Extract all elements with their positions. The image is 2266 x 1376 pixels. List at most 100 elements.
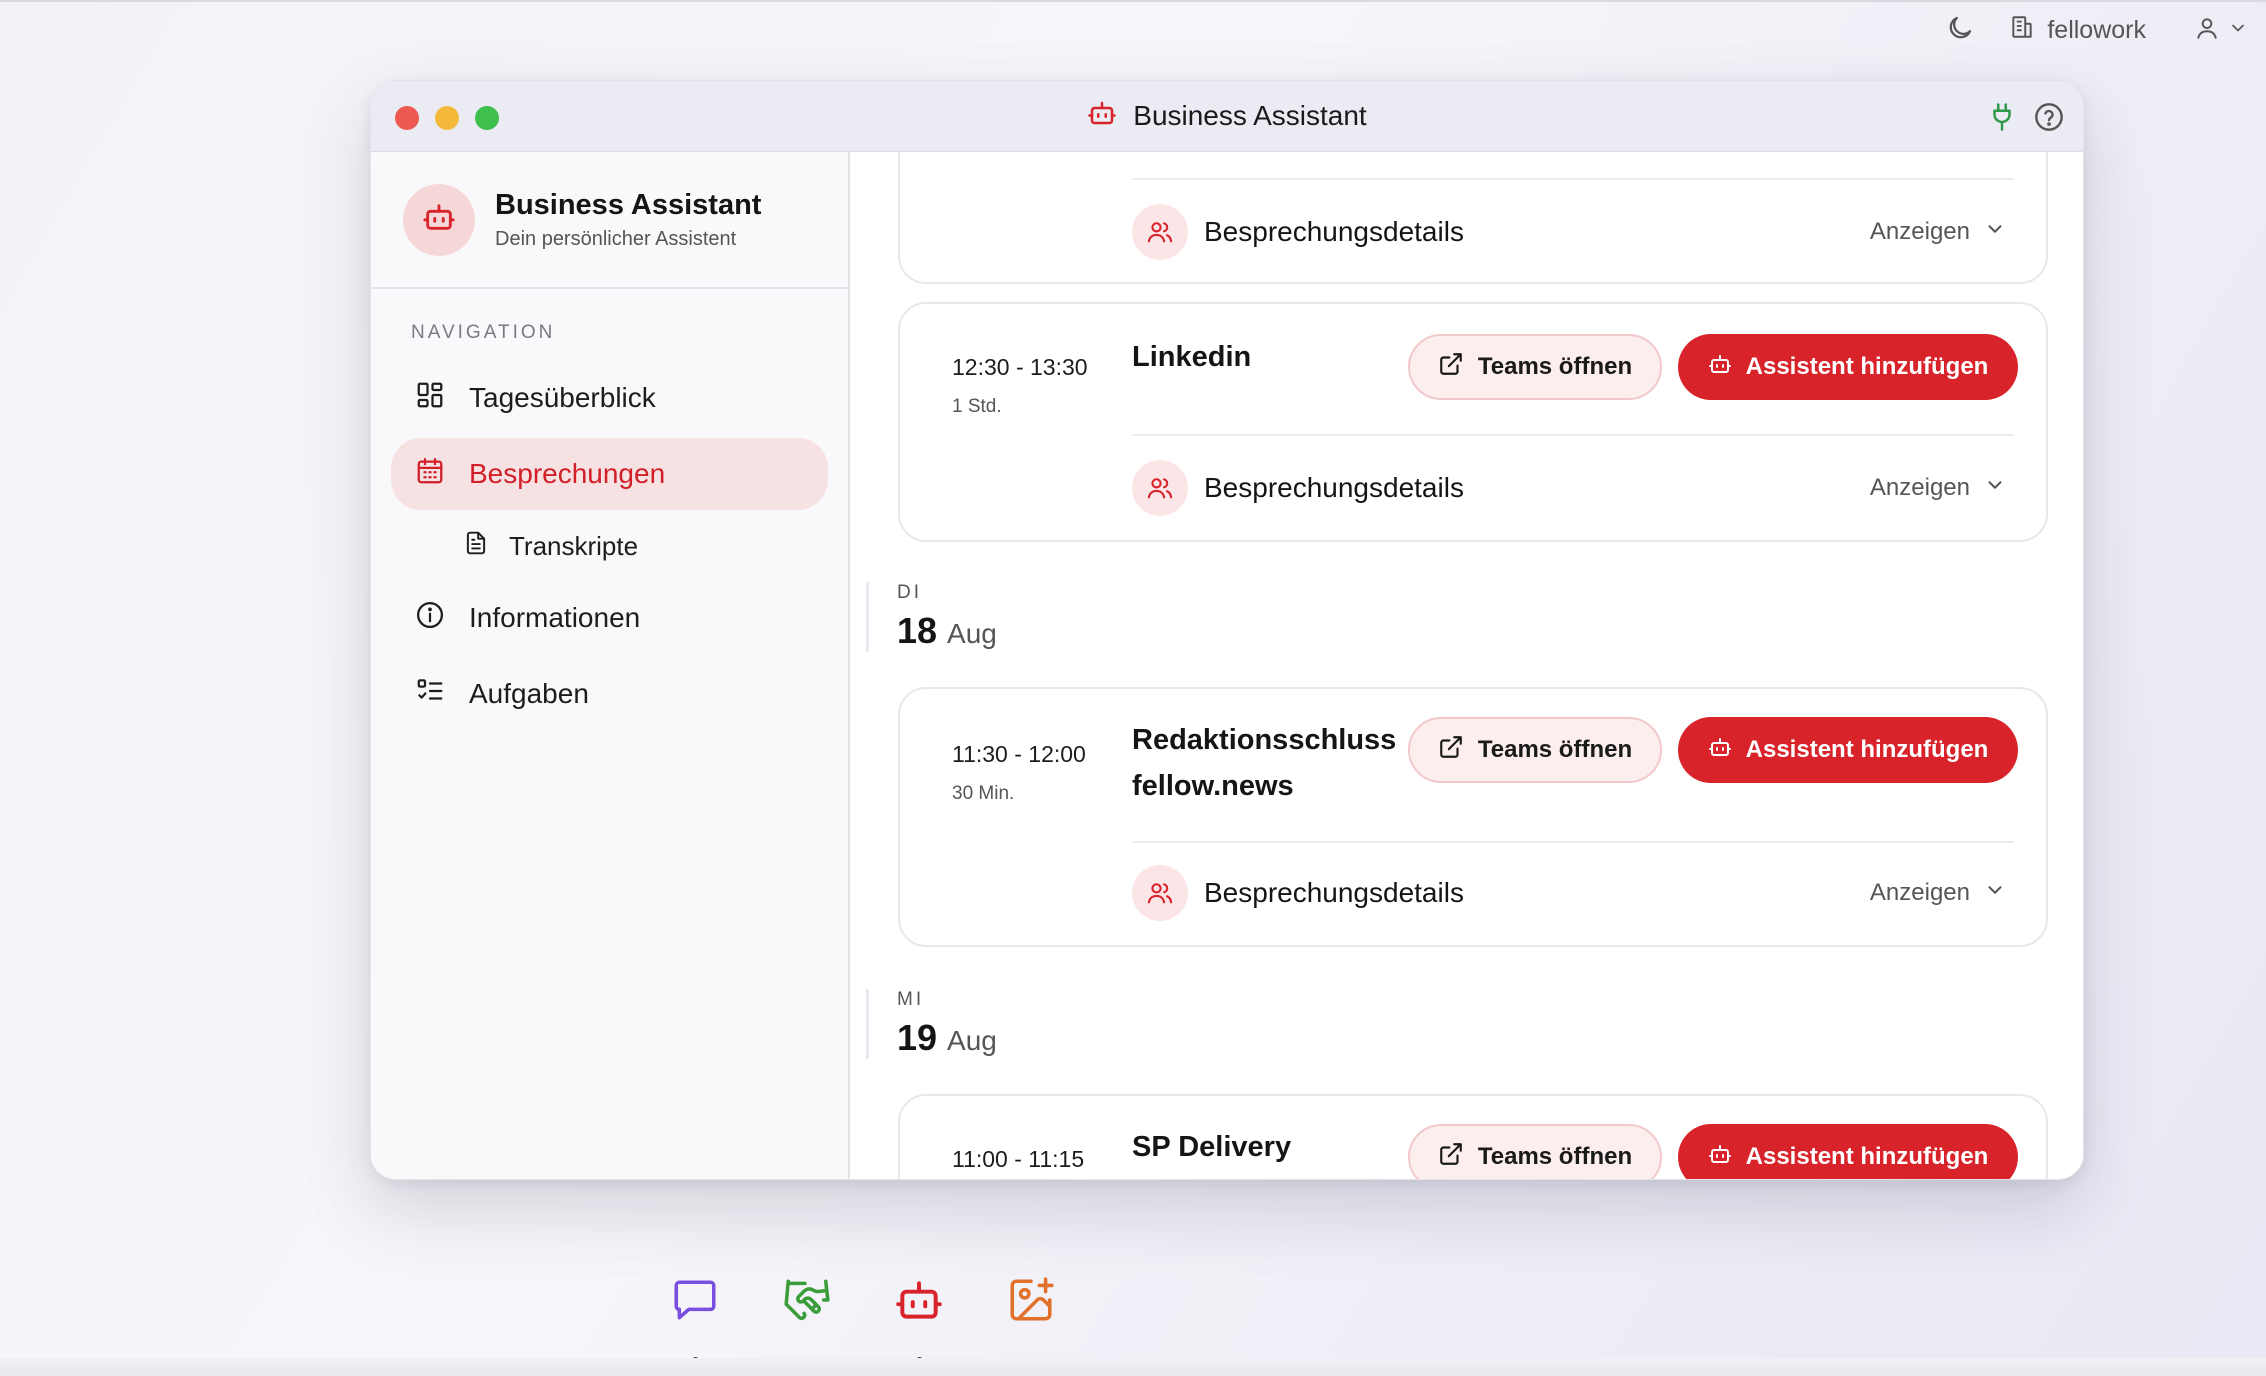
users-icon xyxy=(1132,865,1188,921)
close-window-button[interactable] xyxy=(395,106,419,130)
open-teams-button[interactable]: Teams öffnen xyxy=(1408,1124,1662,1179)
chevron-down-icon xyxy=(2228,18,2248,43)
add-assistant-label: Assistent hinzufügen xyxy=(1745,736,1989,763)
title-bar: Business Assistant xyxy=(371,81,2083,152)
day-header: DI 18 Aug xyxy=(866,582,997,652)
add-assistant-button[interactable]: Assistent hinzufügen xyxy=(1678,334,2018,400)
top-bar: fellowork xyxy=(1945,12,2248,48)
dock-item-chat[interactable] xyxy=(670,1275,720,1364)
top-border xyxy=(0,0,2266,2)
open-teams-label: Teams öffnen xyxy=(1477,736,1633,763)
window-controls xyxy=(395,106,499,130)
organization-switcher[interactable]: fellowork xyxy=(2009,14,2146,47)
external-link-icon xyxy=(1438,734,1464,767)
meeting-time: 11:00 - 11:15 xyxy=(952,1146,1085,1172)
show-details-toggle[interactable]: Anzeigen xyxy=(1870,218,2014,247)
sidebar-item-informationen[interactable]: Informationen xyxy=(391,582,828,654)
sidebar-nav: Tagesüberblick Besprechungen Transkripte xyxy=(391,362,828,734)
meetings-list[interactable]: Besprechungsdetails Anzeigen 12:30 - 13:… xyxy=(850,152,2083,1179)
day-month: Aug xyxy=(947,618,997,649)
brand-name: Business Assistant xyxy=(495,188,762,221)
meeting-duration: 30 Min. xyxy=(952,783,1015,804)
title-bar-actions xyxy=(1987,101,2065,138)
day-abbreviation: MI xyxy=(897,989,925,1010)
sidebar-item-transkripte[interactable]: Transkripte xyxy=(391,514,828,578)
external-link-icon xyxy=(1438,1141,1464,1174)
sidebar-item-label: Besprechungen xyxy=(469,458,666,489)
open-teams-button[interactable]: Teams öffnen xyxy=(1408,334,1662,400)
bottom-edge xyxy=(0,1358,2266,1376)
open-teams-label: Teams öffnen xyxy=(1477,353,1633,380)
dashboard-icon xyxy=(415,380,445,417)
chevron-down-icon xyxy=(1984,879,2006,908)
meeting-details-row[interactable]: Besprechungsdetails Anzeigen xyxy=(1132,460,2014,516)
card-divider xyxy=(1132,841,2014,843)
moon-icon xyxy=(1945,13,1975,48)
show-details-toggle[interactable]: Anzeigen xyxy=(1870,474,2014,503)
day-number: 19 xyxy=(897,1017,938,1058)
dark-mode-toggle[interactable] xyxy=(1945,13,1975,48)
dock-item-image-generator[interactable] xyxy=(1006,1275,1056,1335)
nav-section-label: NAVIGATION xyxy=(411,322,556,343)
show-details-toggle[interactable]: Anzeigen xyxy=(1870,879,2014,908)
organization-name: fellowork xyxy=(2047,15,2146,44)
show-details-label: Anzeigen xyxy=(1869,474,1970,501)
bot-icon xyxy=(1708,735,1732,766)
window-title-text: Business Assistant xyxy=(1133,100,1367,131)
building-icon xyxy=(2009,14,2035,47)
meeting-details-label: Besprechungsdetails xyxy=(1204,216,1464,247)
show-details-label: Anzeigen xyxy=(1869,218,1970,245)
show-details-label: Anzeigen xyxy=(1869,879,1970,906)
meeting-duration: 1 Std. xyxy=(952,396,1002,417)
card-divider xyxy=(1132,178,2014,180)
meeting-details-label: Besprechungsdetails xyxy=(1204,877,1464,908)
user-menu[interactable] xyxy=(2194,15,2248,46)
sidebar-item-aufgaben[interactable]: Aufgaben xyxy=(391,658,828,730)
meeting-details-row[interactable]: Besprechungsdetails Anzeigen xyxy=(1132,865,2014,921)
dock-item-handshake[interactable] xyxy=(782,1275,832,1335)
dock xyxy=(670,1275,1056,1364)
meeting-title: Linkedin xyxy=(1132,341,1252,373)
bot-icon xyxy=(1708,1142,1732,1173)
handshake-icon xyxy=(782,1275,832,1335)
bot-icon xyxy=(894,1275,944,1335)
meeting-title: SP Delivery xyxy=(1132,1131,1292,1163)
bot-icon xyxy=(1708,352,1732,383)
add-assistant-label: Assistent hinzufügen xyxy=(1745,353,1989,380)
sidebar-item-label: Tagesüberblick xyxy=(469,382,656,413)
meeting-card: 11:00 - 11:15 SP Delivery Teams öffnen A… xyxy=(898,1094,2048,1179)
app-window: Business Assistant Business Assistant De… xyxy=(370,80,2084,1180)
brand-header: Business Assistant Dein persönlicher Ass… xyxy=(371,152,848,289)
users-icon xyxy=(1132,204,1188,260)
brand-avatar xyxy=(403,183,475,256)
open-teams-label: Teams öffnen xyxy=(1477,1143,1633,1170)
sidebar: Business Assistant Dein persönlicher Ass… xyxy=(371,152,850,1179)
add-assistant-button[interactable]: Assistent hinzufügen xyxy=(1678,717,2018,783)
minimize-window-button[interactable] xyxy=(435,106,459,130)
help-icon[interactable] xyxy=(2033,101,2065,138)
meeting-time: 12:30 - 13:30 xyxy=(952,354,1088,380)
maximize-window-button[interactable] xyxy=(475,106,499,130)
window-title: Business Assistant xyxy=(1087,98,1367,135)
sidebar-item-tagesueberblick[interactable]: Tagesüberblick xyxy=(391,362,828,434)
sidebar-item-label: Informationen xyxy=(469,602,641,633)
users-icon xyxy=(1132,460,1188,516)
task-list-icon xyxy=(415,676,445,713)
meeting-details-row[interactable]: Besprechungsdetails Anzeigen xyxy=(1132,204,2014,260)
meeting-card: 12:30 - 13:30 1 Std. Linkedin Teams öffn… xyxy=(898,302,2048,542)
sidebar-item-besprechungen[interactable]: Besprechungen xyxy=(391,438,828,510)
sidebar-item-label: Transkripte xyxy=(509,530,639,561)
plug-icon[interactable] xyxy=(1987,102,2017,137)
brand-subtitle: Dein persönlicher Assistent xyxy=(495,227,737,250)
meeting-card: 11:30 - 12:00 30 Min. Redaktionsschluss … xyxy=(898,687,2048,947)
dock-item-assistant[interactable] xyxy=(894,1275,944,1364)
meeting-card: Besprechungsdetails Anzeigen xyxy=(898,152,2048,284)
open-teams-button[interactable]: Teams öffnen xyxy=(1408,717,1662,783)
day-number: 18 xyxy=(897,610,938,651)
add-assistant-button[interactable]: Assistent hinzufügen xyxy=(1678,1124,2018,1179)
bot-icon xyxy=(422,200,456,239)
bot-icon xyxy=(1087,98,1117,135)
meeting-details-label: Besprechungsdetails xyxy=(1204,472,1464,503)
meeting-title-line: Redaktionsschluss xyxy=(1132,724,1397,756)
meeting-title-line: fellow.news xyxy=(1132,770,1294,802)
